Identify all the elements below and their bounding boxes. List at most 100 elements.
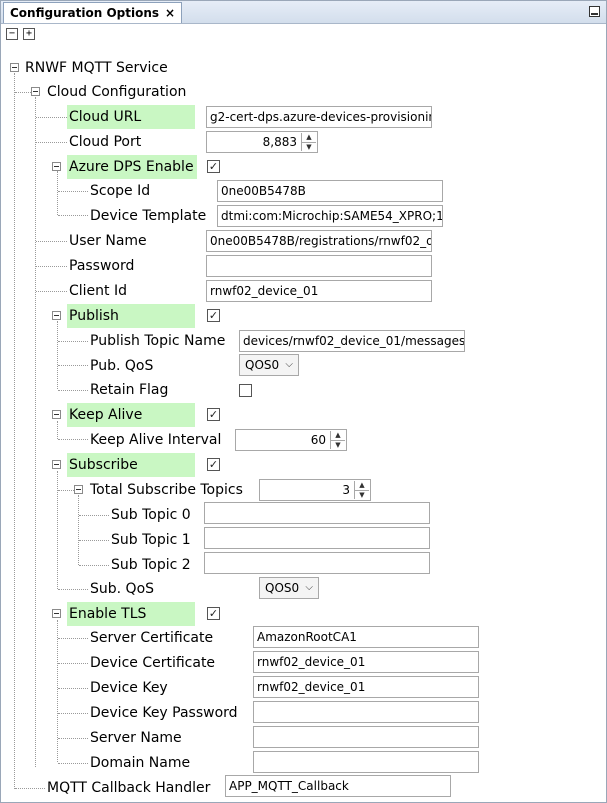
sub-topic-0-field[interactable]: [204, 502, 430, 524]
close-icon[interactable]: ×: [165, 3, 175, 23]
total-subscribe-topics-label: Total Subscribe Topics: [90, 482, 243, 498]
configuration-options-panel: Configuration Options × − + RNWF MQTT Se…: [0, 0, 607, 803]
pub-qos-label: Pub. QoS: [90, 358, 154, 374]
publish-label: Publish: [67, 304, 195, 328]
server-name-label: Server Name: [90, 730, 182, 746]
tree-line: [57, 471, 58, 589]
enable-tls-checkbox[interactable]: ✓: [207, 607, 220, 620]
cloud-url-field[interactable]: g2-cert-dps.azure-devices-provisioning.n: [206, 106, 432, 128]
tree-line: [79, 540, 109, 541]
cloud-config-expander-icon[interactable]: [31, 87, 40, 96]
tree-line: [57, 321, 58, 389]
sub-qos-label: Sub. QoS: [90, 581, 155, 597]
root-expander-icon[interactable]: [10, 63, 19, 72]
cloud-port-label: Cloud Port: [69, 134, 142, 150]
server-certificate-label: Server Certificate: [90, 630, 214, 646]
device-key-password-label: Device Key Password: [90, 705, 238, 721]
total-subscribe-topics-stepper[interactable]: 3 ▲ ▼: [259, 479, 371, 501]
tree-line: [15, 92, 31, 93]
device-template-field[interactable]: dtmi:com:Microchip:SAME54_XPRO;1: [217, 205, 443, 227]
tree-line: [58, 390, 88, 391]
cloud-port-value: 8,883: [262, 135, 297, 149]
tree-line: [15, 788, 45, 789]
chevron-down-icon: ⌵: [285, 359, 293, 370]
tree-line: [58, 589, 88, 590]
scope-id-field[interactable]: 0ne00B5478B: [217, 180, 443, 202]
tree-line: [58, 341, 88, 342]
tree-line: [78, 495, 79, 565]
subscribe-label: Subscribe: [67, 453, 195, 477]
sub-qos-value: QOS0: [265, 581, 300, 595]
domain-name-field[interactable]: [253, 751, 479, 773]
sub-qos-select[interactable]: QOS0 ⌵: [259, 577, 319, 599]
subscribe-expander-icon[interactable]: [52, 460, 61, 469]
device-certificate-label: Device Certificate: [90, 655, 216, 671]
tree-line: [36, 241, 67, 242]
retain-flag-label: Retain Flag: [90, 382, 169, 398]
tree-line: [57, 620, 58, 762]
keep-alive-interval-label: Keep Alive Interval: [90, 432, 222, 448]
tree-line: [14, 73, 15, 789]
keep-alive-expander-icon[interactable]: [52, 410, 61, 419]
spinner-icon[interactable]: ▲ ▼: [301, 133, 316, 151]
sub-topic-2-field[interactable]: [204, 552, 430, 574]
device-key-field[interactable]: rnwf02_device_01: [253, 676, 479, 698]
device-key-password-field[interactable]: [253, 701, 479, 723]
cloud-url-label: Cloud URL: [67, 105, 195, 129]
cloud-configuration-label[interactable]: Cloud Configuration: [47, 80, 186, 104]
tab-strip: Configuration Options ×: [1, 1, 606, 24]
device-template-label: Device Template: [90, 208, 207, 224]
sub-topic-0-label: Sub Topic 0: [111, 507, 191, 523]
sub-topic-1-field[interactable]: [204, 527, 430, 549]
spinner-icon[interactable]: ▲ ▼: [354, 481, 369, 499]
tree-line: [79, 515, 109, 516]
spinner-icon[interactable]: ▲ ▼: [330, 431, 345, 449]
keep-alive-checkbox[interactable]: ✓: [207, 408, 220, 421]
subscribe-checkbox[interactable]: ✓: [207, 458, 220, 471]
azure-dps-enable-label: Azure DPS Enable: [67, 155, 197, 179]
publish-topic-name-label: Publish Topic Name: [90, 333, 226, 349]
client-id-label: Client Id: [69, 283, 127, 299]
publish-topic-name-field[interactable]: devices/rnwf02_device_01/messages/ev: [239, 330, 465, 352]
pub-qos-select[interactable]: QOS0 ⌵: [239, 354, 299, 376]
password-label: Password: [69, 258, 135, 274]
tree-line: [58, 713, 88, 714]
client-id-field[interactable]: rnwf02_device_01: [206, 280, 432, 302]
minimize-icon[interactable]: [589, 6, 600, 17]
device-certificate-field[interactable]: rnwf02_device_01: [253, 651, 479, 673]
cloud-port-stepper[interactable]: 8,883 ▲ ▼: [206, 131, 318, 153]
tree-line: [36, 142, 67, 143]
mqtt-callback-handler-field[interactable]: APP_MQTT_Callback: [225, 775, 451, 797]
collapse-all-button[interactable]: −: [6, 28, 18, 40]
server-certificate-field[interactable]: AmazonRootCA1: [253, 626, 479, 648]
keep-alive-label: Keep Alive: [67, 403, 195, 427]
tab-configuration-options[interactable]: Configuration Options ×: [3, 2, 183, 23]
azure-dps-expander-icon[interactable]: [52, 162, 61, 171]
tab-title: Configuration Options: [10, 6, 160, 20]
enable-tls-expander-icon[interactable]: [52, 609, 61, 618]
expand-all-button[interactable]: +: [23, 28, 35, 40]
publish-checkbox[interactable]: ✓: [207, 309, 220, 322]
password-field[interactable]: [206, 255, 432, 277]
enable-tls-label: Enable TLS: [67, 602, 195, 626]
tree-line: [58, 365, 88, 366]
retain-flag-checkbox[interactable]: [239, 384, 252, 397]
tree-line: [36, 117, 67, 118]
chevron-down-icon: ⌵: [305, 582, 313, 593]
tree-line: [57, 171, 58, 215]
total-subscribe-topics-expander-icon[interactable]: [74, 485, 83, 494]
pub-qos-value: QOS0: [245, 358, 280, 372]
server-name-field[interactable]: [253, 726, 479, 748]
mqtt-callback-handler-label: MQTT Callback Handler: [47, 780, 211, 796]
sub-topic-2-label: Sub Topic 2: [111, 557, 191, 573]
user-name-field[interactable]: 0ne00B5478B/registrations/rnwf02_devi: [206, 230, 432, 252]
tree-line: [58, 191, 88, 192]
toolbar: − +: [1, 24, 606, 46]
tree-line: [58, 490, 74, 491]
tree-root-label[interactable]: RNWF MQTT Service: [25, 56, 168, 80]
publish-expander-icon[interactable]: [52, 311, 61, 320]
tree-line: [35, 97, 36, 767]
domain-name-label: Domain Name: [90, 755, 191, 771]
azure-dps-enable-checkbox[interactable]: ✓: [207, 160, 220, 173]
keep-alive-interval-stepper[interactable]: 60 ▲ ▼: [235, 429, 347, 451]
